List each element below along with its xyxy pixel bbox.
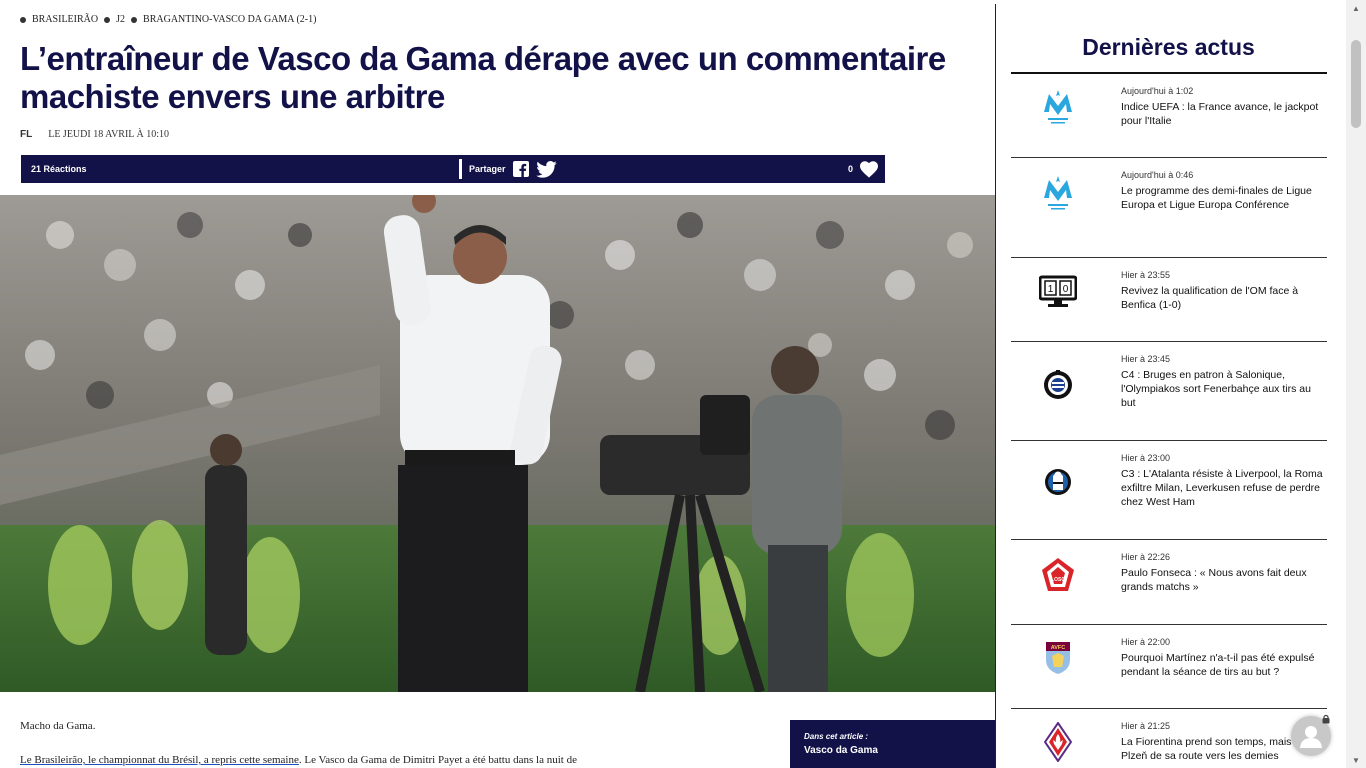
om-crest-icon [1039,88,1077,126]
article-author: FL [20,129,33,140]
scrollbar-thumb[interactable] [1351,40,1361,128]
fiorentina-crest-icon [1039,722,1077,762]
user-icon [1300,726,1322,748]
svg-text:0: 0 [1063,284,1069,295]
in-article-box: Dans cet article : Vasco da Gama [790,720,995,768]
scroll-down-icon[interactable]: ▼ [1346,752,1366,768]
twitter-icon[interactable] [536,160,558,178]
news-headline: Revivez la qualification de l'OM face à … [1121,285,1299,311]
news-headline: C3 : L'Atalanta résiste à Liverpool, la … [1121,468,1323,508]
share-label: Partager [469,164,506,174]
news-headline: Le programme des demi-finales de Ligue E… [1121,185,1312,211]
breadcrumb-item-competition[interactable]: Brasileirão [32,14,98,25]
breadcrumb: Brasileirão J2 Bragantino-Vasco da Gama … [20,14,316,25]
news-headline: Indice UEFA : la France avance, le jackp… [1121,101,1319,127]
aston-villa-crest-icon: AVFC [1039,639,1077,677]
article-meta: FL Le jeudi 18 avril à 10:10 [20,129,169,140]
losc-crest-icon: LOSC [1039,556,1077,594]
club-brugge-crest-icon [1039,366,1077,404]
news-item[interactable]: LOSC Hier à 22:26 Paulo Fonseca : « Nous… [1011,540,1327,625]
news-time: Hier à 22:00 [1121,637,1171,647]
news-item[interactable]: Hier à 21:25 La Fiorentina prend son tem… [1011,709,1327,768]
news-headline: C4 : Bruges en patron à Salonique, l'Oly… [1121,369,1311,409]
page-scrollbar[interactable]: ▲ ▼ [1346,0,1366,768]
bullet-icon [20,16,26,23]
atalanta-crest-icon [1039,463,1077,501]
latest-news-sidebar: Dernières actus Aujourd'hui à 1:02 Indic… [1010,0,1327,768]
facebook-icon[interactable] [512,160,530,178]
news-item[interactable]: Hier à 23:45 C4 : Bruges en patron à Sal… [1011,342,1327,441]
news-item[interactable]: AVFC Hier à 22:00 Pourquoi Martínez n'a-… [1011,625,1327,709]
article-body: Macho da Gama. Le Brasileirão, le champi… [20,718,780,768]
news-time: Hier à 21:25 [1121,721,1171,731]
lock-icon [1322,714,1330,726]
svg-text:1: 1 [1048,284,1054,295]
news-item[interactable]: 10 Hier à 23:55 Revivez la qualification… [1011,258,1327,342]
scroll-up-icon[interactable]: ▲ [1346,0,1366,16]
news-time: Hier à 22:26 [1121,552,1171,562]
article-paragraph-text: . Le Vasco da Gama de Dimitri Payet a ét… [298,754,577,766]
article-hero-image [0,195,995,692]
article-title: L’entraîneur de Vasco da Gama dérape ave… [20,40,946,115]
share-bar: 21 Réactions Partager 0 [18,155,885,183]
svg-text:AVFC: AVFC [1051,645,1066,651]
news-time: Hier à 23:00 [1121,453,1171,463]
article-column: Brasileirão J2 Bragantino-Vasco da Gama … [0,0,995,768]
bullet-icon [104,16,111,23]
reactions-link[interactable]: 21 Réactions [18,155,87,183]
news-item[interactable]: Hier à 23:00 C3 : L'Atalanta résiste à L… [1011,441,1327,540]
sidebar-title: Dernières actus [1082,34,1255,60]
svg-text:LOSC: LOSC [1051,577,1065,583]
like-button[interactable]: 0 [848,159,879,179]
heart-icon [860,161,878,178]
news-time: Aujourd'hui à 0:46 [1121,170,1194,180]
news-item[interactable]: Aujourd'hui à 0:46 Le programme des demi… [1011,158,1327,258]
article-intro: Macho da Gama. [20,720,96,732]
article-date: Le jeudi 18 avril à 10:10 [48,129,170,140]
news-headline: Paulo Fonseca : « Nous avons fait deux g… [1121,567,1307,593]
news-item[interactable]: Aujourd'hui à 1:02 Indice UEFA : la Fran… [1011,74,1327,158]
in-article-team-link[interactable]: Vasco da Gama [804,745,981,756]
breadcrumb-item-matchday[interactable]: J2 [116,14,125,25]
brasileirao-link[interactable]: Le Brasileirão, le championnat du Brésil… [20,754,299,766]
news-headline: Pourquoi Martínez n'a-t-il pas été expul… [1121,652,1315,678]
like-count: 0 [847,164,853,174]
news-time: Hier à 23:55 [1121,270,1171,280]
news-time: Aujourd'hui à 1:02 [1121,86,1194,96]
news-time: Hier à 23:45 [1121,354,1171,364]
bullet-icon [131,16,138,23]
column-divider [995,4,996,768]
scoreboard-icon: 10 [1039,272,1077,310]
in-article-label: Dans cet article : [804,732,869,741]
article-paragraph: Le Brasileirão, le championnat du Brésil… [20,752,780,768]
share-group: Partager [459,159,558,179]
page: Brasileirão J2 Bragantino-Vasco da Gama … [0,0,1366,768]
om-crest-icon [1039,174,1077,212]
breadcrumb-item-match[interactable]: Bragantino-Vasco da Gama (2-1) [143,14,316,25]
